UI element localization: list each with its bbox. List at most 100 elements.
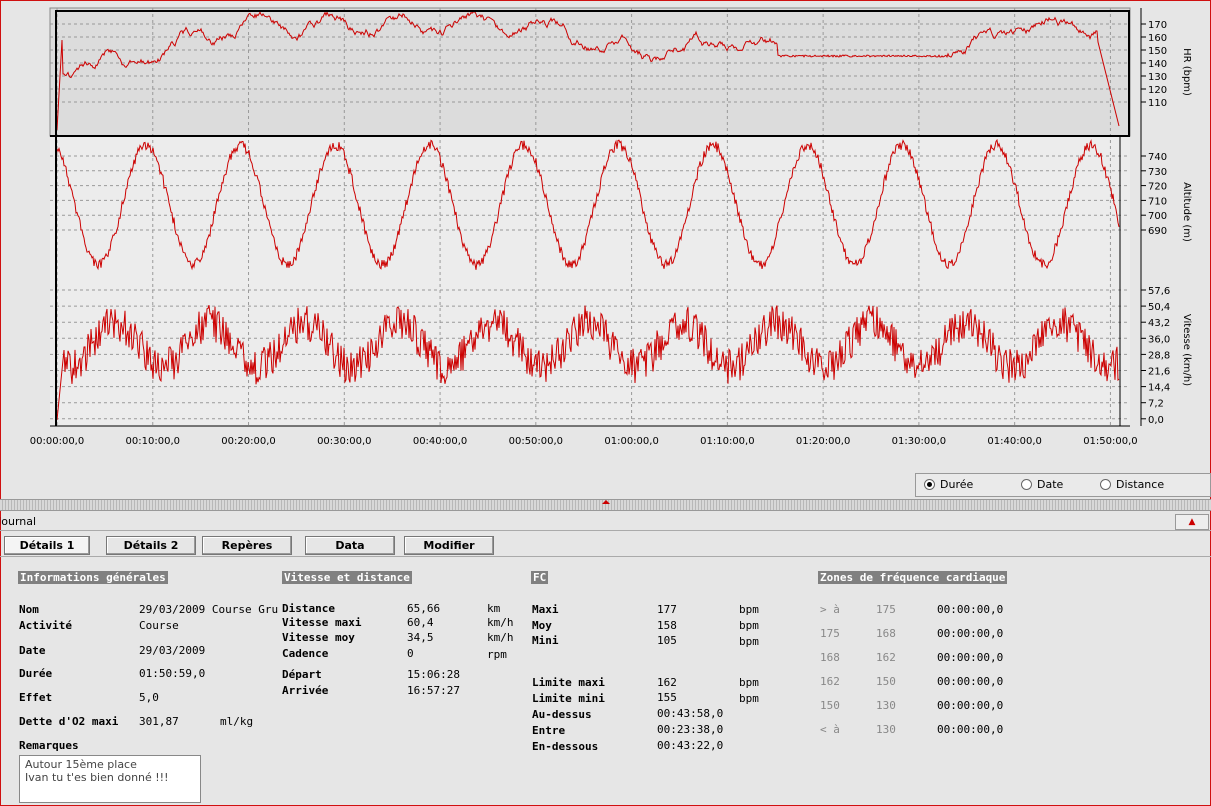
field-label: Durée xyxy=(19,667,53,680)
field-label: Activité xyxy=(19,619,72,632)
radio-dot-icon xyxy=(1100,479,1111,490)
y-tick-label: 7,2 xyxy=(1148,399,1164,410)
divider xyxy=(0,556,1211,557)
field-unit: rpm xyxy=(487,648,507,661)
field-unit: km xyxy=(487,602,501,615)
alt-panel xyxy=(50,136,1130,284)
x-tick-label: 01:20:00,0 xyxy=(796,436,850,447)
field-unit: bpm xyxy=(739,635,759,648)
field-label: Cadence xyxy=(282,647,329,660)
tab-details-1[interactable]: Détails 1 xyxy=(4,536,90,555)
radio-label: Distance xyxy=(1116,478,1165,491)
tab-reperes[interactable]: Repères xyxy=(202,536,292,555)
field-value: 00:23:38,0 xyxy=(657,723,724,736)
field-value: 15:06:28 xyxy=(407,668,460,681)
y-tick-label: 21,6 xyxy=(1148,367,1170,378)
section-fc-title: FC xyxy=(531,571,549,584)
radio-distance[interactable]: Distance xyxy=(1100,478,1164,491)
radio-duree[interactable]: Durée xyxy=(924,478,973,491)
field-value: 162 xyxy=(657,676,677,689)
collapse-toggle-icon[interactable]: ▲ xyxy=(1175,514,1209,530)
field-unit: bpm xyxy=(739,692,759,705)
section-zones-title: Zones de fréquence cardiaque xyxy=(818,571,1008,584)
field-value: 5,0 xyxy=(139,691,159,704)
field-label: Arrivée xyxy=(282,684,329,697)
zone-cell: 00:00:00,0 xyxy=(937,627,1004,640)
field-value: Course xyxy=(139,619,179,632)
hr-axis-label: HR (bpm) xyxy=(1181,48,1192,96)
y-tick-label: 110 xyxy=(1148,98,1167,109)
y-tick-label: 36,0 xyxy=(1148,334,1170,345)
y-tick-label: 0,0 xyxy=(1148,415,1164,426)
y-tick-label: 14,4 xyxy=(1148,383,1170,394)
field-label: Mini xyxy=(532,634,559,647)
x-tick-label: 01:40:00,0 xyxy=(987,436,1041,447)
x-tick-label: 00:30:00,0 xyxy=(317,436,371,447)
y-tick-label: 740 xyxy=(1148,152,1167,163)
x-tick-label: 00:20:00,0 xyxy=(221,436,275,447)
workout-chart[interactable]: 00:00:00,0 00:10:00,0 00:20:00,0 00:30:00,0… xyxy=(0,0,1211,462)
y-tick-label: 730 xyxy=(1148,167,1167,178)
field-label: Maxi xyxy=(532,603,559,616)
zone-cell: 162 xyxy=(820,675,840,688)
field-value: 0 xyxy=(407,647,414,660)
y-tick-label: 130 xyxy=(1148,72,1167,83)
splitter-up-arrow-icon[interactable] xyxy=(602,500,610,504)
field-unit: bpm xyxy=(739,603,759,616)
hr-panel xyxy=(49,7,1131,137)
xaxis-mode-group: Durée Date Distance xyxy=(915,473,1211,497)
x-tick-label: 00:40:00,0 xyxy=(413,436,467,447)
radio-label: Durée xyxy=(940,478,974,491)
zone-cell: 130 xyxy=(876,723,896,736)
field-value: 29/03/2009 xyxy=(139,644,206,657)
journal-header: Journal ▲ xyxy=(0,512,1211,531)
x-tick-label: 00:50:00,0 xyxy=(509,436,563,447)
remarks-line: Autour 15ème place xyxy=(25,758,137,771)
field-value: 65,66 xyxy=(407,602,441,615)
y-tick-label: 50,4 xyxy=(1148,302,1170,313)
y-tick-label: 720 xyxy=(1148,182,1167,193)
x-tick-label: 01:50:00,0 xyxy=(1083,436,1137,447)
speed-panel xyxy=(50,284,1130,426)
zone-cell: 130 xyxy=(876,699,896,712)
radio-date[interactable]: Date xyxy=(1021,478,1063,491)
y-tick-label: 57,6 xyxy=(1148,286,1170,297)
tab-modifier[interactable]: Modifier xyxy=(404,536,494,555)
speed-axis-label: Vitesse (km/h) xyxy=(1181,314,1192,386)
panel-splitter[interactable] xyxy=(0,499,1211,511)
field-label: Limite maxi xyxy=(532,676,605,689)
field-unit: ml/kg xyxy=(220,715,254,728)
zone-cell: 00:00:00,0 xyxy=(937,675,1004,688)
zone-cell: 150 xyxy=(820,699,840,712)
altitude-axis-label: Altitude (m) xyxy=(1181,182,1192,242)
x-tick-label: 00:10:00,0 xyxy=(126,436,180,447)
field-label: Effet xyxy=(19,691,53,704)
y-tick-label: 700 xyxy=(1148,211,1167,222)
remarks-textarea[interactable]: Autour 15ème place Ivan tu t'es bien don… xyxy=(19,755,201,803)
y-tick-label: 150 xyxy=(1148,46,1167,57)
field-label: Date xyxy=(19,644,46,657)
zone-cell: 150 xyxy=(876,675,896,688)
field-value: 105 xyxy=(657,634,677,647)
radio-label: Date xyxy=(1037,478,1064,491)
section-speed-title: Vitesse et distance xyxy=(282,571,412,584)
zone-cell: < à xyxy=(820,723,840,736)
field-unit: km/h xyxy=(487,616,514,629)
zone-cell: 162 xyxy=(876,651,896,664)
field-label: Distance xyxy=(282,602,335,615)
tab-data[interactable]: Data xyxy=(305,536,395,555)
radio-dot-icon xyxy=(924,479,935,490)
y-tick-label: 170 xyxy=(1148,20,1167,31)
zone-cell: 175 xyxy=(876,603,896,616)
field-value: 00:43:58,0 xyxy=(657,707,724,720)
field-value: 16:57:27 xyxy=(407,684,460,697)
field-label: Nom xyxy=(19,603,39,616)
section-general-title: Informations générales xyxy=(18,571,168,584)
y-tick-label: 690 xyxy=(1148,226,1167,237)
field-label: Au-dessus xyxy=(532,708,592,721)
field-label: En-dessous xyxy=(532,740,599,753)
field-value: 29/03/2009 Course Gruf xyxy=(139,603,279,616)
field-value: 301,87 xyxy=(139,715,179,728)
field-label: Entre xyxy=(532,724,566,737)
tab-details-2[interactable]: Détails 2 xyxy=(106,536,196,555)
